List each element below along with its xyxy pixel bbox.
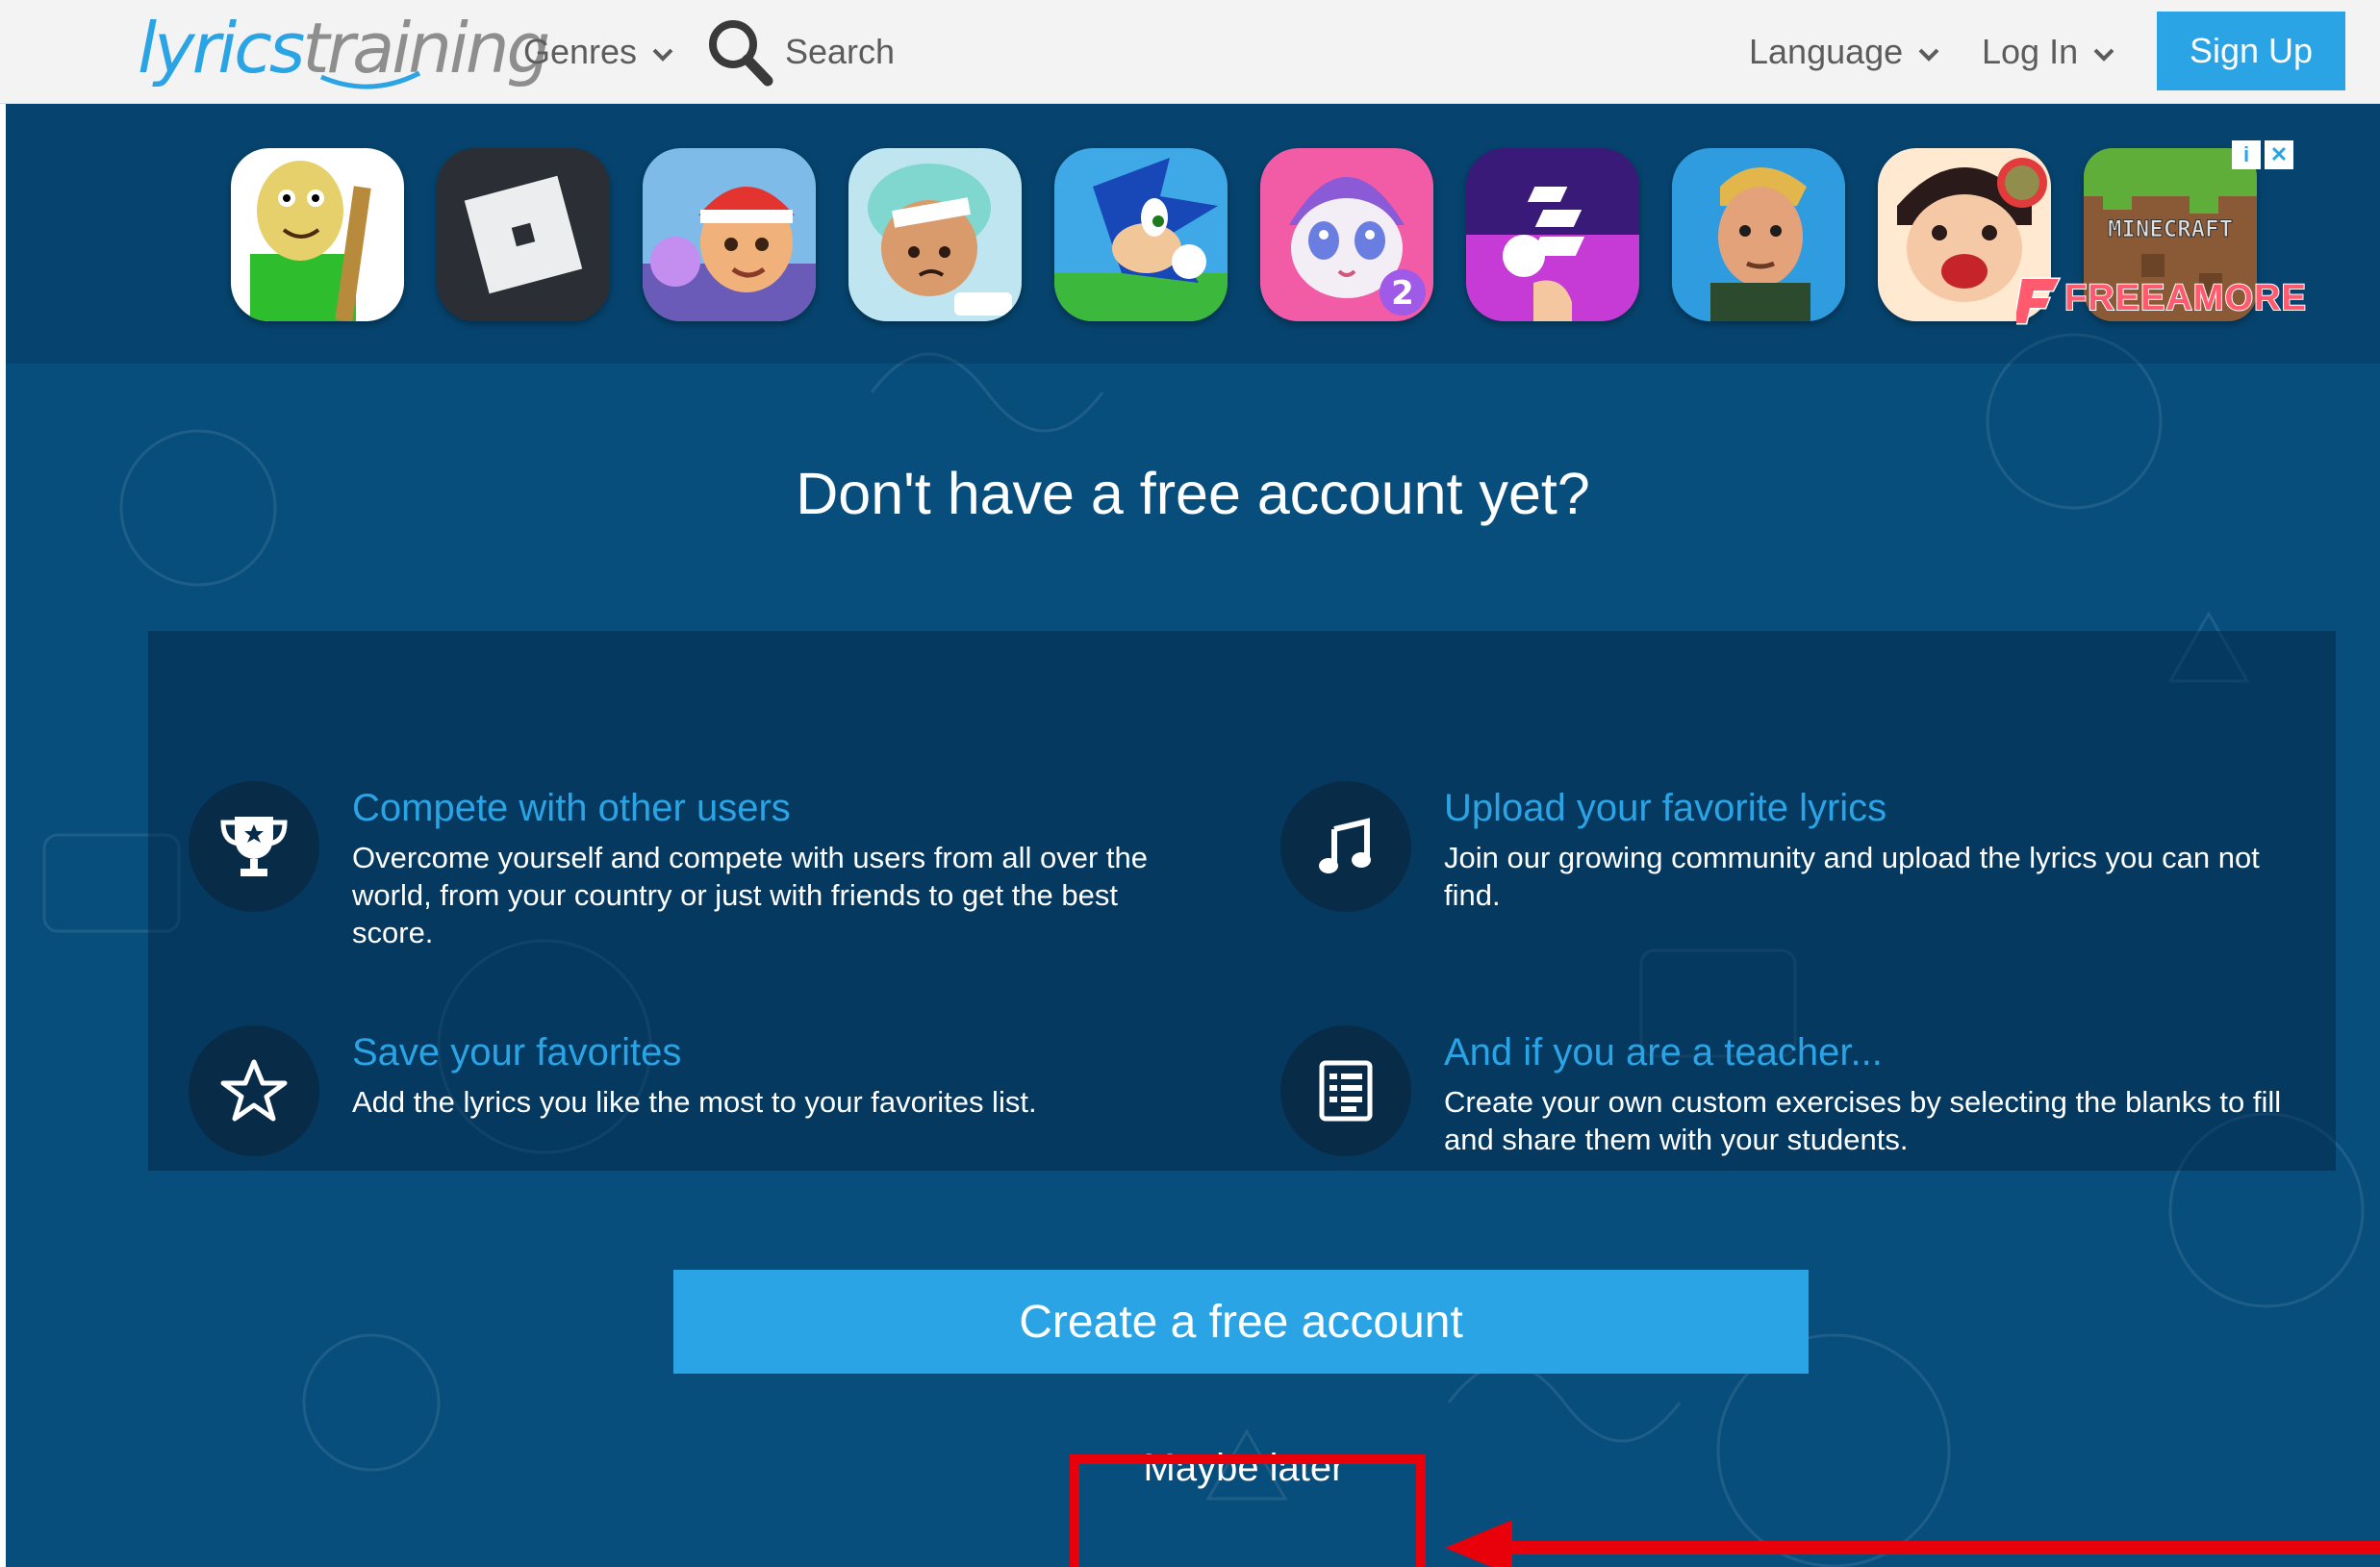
- ad-banner[interactable]: 2 MINECRAFT FREEAMORE i ✕: [6, 104, 2380, 364]
- feature-title: Compete with other users: [352, 787, 791, 829]
- star-icon: [220, 1059, 288, 1122]
- ad-app-icon[interactable]: [1054, 148, 1228, 321]
- feature-description: Add the lyrics you like the most to your…: [352, 1085, 1037, 1119]
- feature-title: And if you are a teacher...: [1444, 1031, 1883, 1074]
- features-panel: Compete with other users Overcome yourse…: [148, 631, 2336, 1171]
- ad-close-label: ✕: [2269, 142, 2289, 166]
- badge-number: 2: [1391, 274, 1414, 313]
- login-label: Log In: [1982, 31, 2079, 71]
- feature-icon-circle: [1280, 781, 1411, 912]
- feature-description: Overcome yourself and compete with users…: [352, 841, 1149, 949]
- annotation-arrow-icon: [1445, 1520, 2380, 1567]
- feature-icon-circle: [189, 1025, 319, 1156]
- sign-up-button[interactable]: Sign Up: [2157, 12, 2345, 90]
- roblox-icon: [437, 148, 610, 321]
- feature-icon-circle: [1280, 1025, 1411, 1156]
- page-title: Don't have a free account yet?: [796, 461, 1590, 526]
- feature-description: Create your own custom exercises by sele…: [1444, 1085, 2282, 1156]
- search-icon: [709, 19, 773, 86]
- logo-text-lyrics: lyrics: [138, 8, 305, 88]
- tiles-hop-icon: [1466, 148, 1639, 321]
- ad-app-icon[interactable]: 2: [1260, 148, 1433, 321]
- document-icon: [1319, 1060, 1373, 1122]
- fortnite-icon: [1672, 148, 1845, 321]
- toca-hospital-icon: [848, 148, 1022, 321]
- genres-label: Genres: [523, 31, 638, 71]
- login-menu[interactable]: Log In: [1982, 0, 2114, 103]
- my-talking-angela-2-icon: 2: [1260, 148, 1433, 321]
- create-free-account-button[interactable]: Create a free account: [673, 1270, 1809, 1374]
- freeamore-logo-icon: [2013, 277, 2062, 325]
- ad-app-icon[interactable]: [848, 148, 1022, 321]
- search-label: Search: [785, 31, 896, 71]
- minecraft-title: MINECRAFT: [2108, 215, 2233, 242]
- ad-app-icon[interactable]: [1672, 148, 1845, 321]
- logo-swoosh-icon: [320, 70, 421, 89]
- sonic-icon: [1054, 148, 1228, 321]
- ad-controls: i ✕: [2232, 140, 2293, 169]
- feature-title: Upload your favorite lyrics: [1444, 787, 1887, 829]
- feature-icon-circle: [189, 781, 319, 912]
- ad-app-icon[interactable]: [437, 148, 610, 321]
- ad-app-icon[interactable]: [231, 148, 404, 321]
- chevron-down-icon: [1918, 48, 1939, 62]
- feature-description: Join our growing community and upload th…: [1444, 841, 2260, 912]
- subway-surfers-icon: [643, 148, 816, 321]
- chevron-down-icon: [652, 48, 673, 62]
- ad-info-icon[interactable]: i: [2232, 140, 2261, 169]
- maybe-later-link[interactable]: Maybe later: [1064, 1429, 1424, 1506]
- ad-app-icon[interactable]: [643, 148, 816, 321]
- feature-title: Save your favorites: [352, 1031, 682, 1074]
- freeamore-text: FREEAMORE: [2064, 277, 2307, 319]
- language-label: Language: [1749, 31, 1904, 71]
- freeamore-brand[interactable]: FREEAMORE: [2013, 275, 2307, 325]
- language-menu[interactable]: Language: [1749, 0, 1939, 103]
- baldi-game-icon: [231, 148, 404, 321]
- ad-close-icon[interactable]: ✕: [2265, 140, 2293, 169]
- music-note-icon: [1319, 818, 1371, 873]
- search-button[interactable]: Search: [706, 0, 895, 103]
- chevron-down-icon: [2093, 48, 2114, 62]
- signup-prompt-page: 2 MINECRAFT FREEAMORE i ✕ Don't have a f…: [6, 104, 2380, 1567]
- top-navigation-bar: lyricstraining Genres Search Language Lo…: [0, 0, 2380, 104]
- trophy-icon: [220, 817, 288, 876]
- genres-menu[interactable]: Genres: [523, 0, 673, 103]
- ad-info-label: i: [2242, 142, 2250, 166]
- ad-app-icon[interactable]: [1466, 148, 1639, 321]
